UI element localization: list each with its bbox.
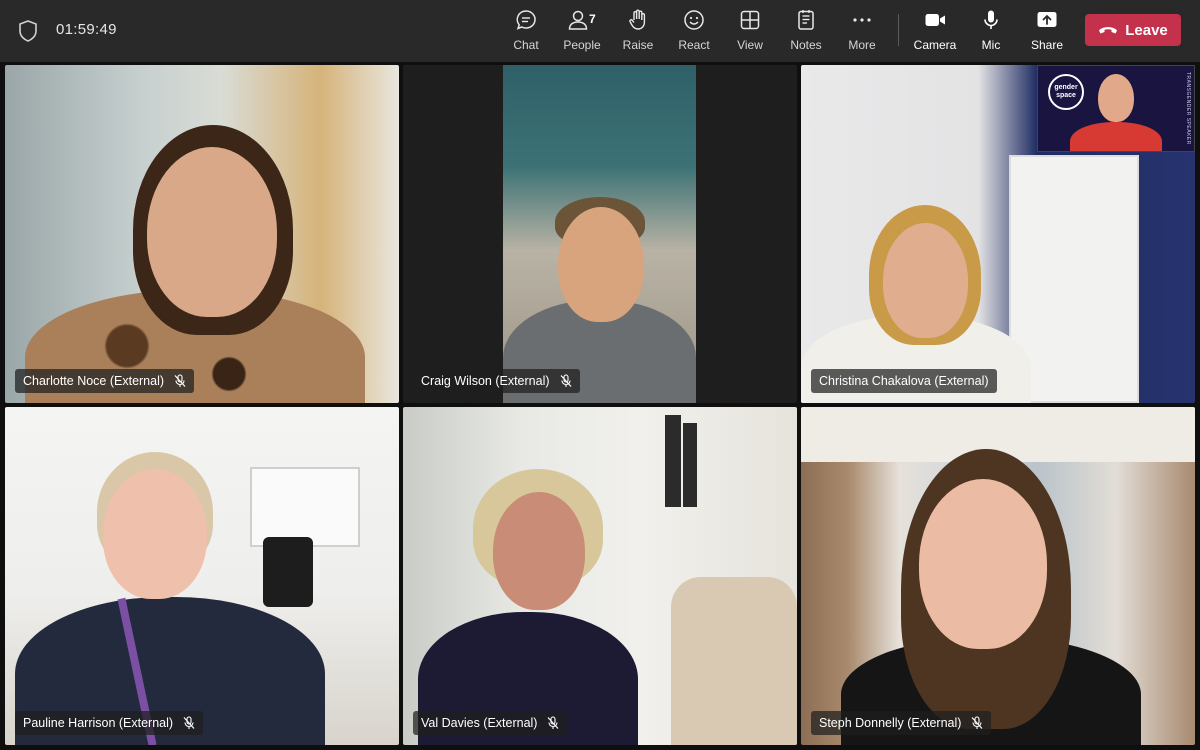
- camera-button[interactable]: Camera: [912, 8, 958, 54]
- grid-view-icon: [740, 10, 760, 30]
- leave-label: Leave: [1125, 21, 1168, 39]
- smiley-icon: [684, 10, 704, 30]
- notes-icon: [798, 10, 814, 30]
- shield-icon[interactable]: [18, 20, 38, 42]
- whiteboard: [250, 467, 360, 547]
- participant-name: Christina Chakalova (External): [819, 374, 989, 388]
- participant-tile[interactable]: Craig Wilson (External): [403, 65, 797, 403]
- sofa: [671, 577, 797, 745]
- call-timer: 01:59:49: [56, 21, 117, 38]
- muted-mic-icon: [174, 374, 186, 387]
- more-label: More: [848, 38, 876, 52]
- participant-name-tag: Charlotte Noce (External): [15, 369, 195, 393]
- meeting-toolbar: 01:59:49 Chat 7 People Raise React View …: [0, 0, 1200, 62]
- people-count: 7: [589, 12, 596, 26]
- microphone-icon: [984, 10, 998, 29]
- participant-name-tag: Christina Chakalova (External): [811, 369, 997, 393]
- participant-name-tag: Pauline Harrison (External): [15, 711, 204, 735]
- participant-tile[interactable]: Pauline Harrison (External): [5, 407, 399, 745]
- participant-name-tag: Steph Donnelly (External): [811, 711, 992, 735]
- camera-label: Camera: [913, 38, 957, 52]
- more-button[interactable]: More: [844, 8, 880, 54]
- share-screen-icon: [1037, 12, 1057, 27]
- pip-side-text: TRANSGENDER SPEAKER: [1185, 72, 1191, 145]
- mic-button[interactable]: Mic: [973, 8, 1009, 54]
- participant-name: Val Davies (External): [421, 716, 538, 730]
- view-label: View: [737, 38, 763, 52]
- participant-name: Craig Wilson (External): [421, 374, 550, 388]
- chat-icon: [516, 10, 536, 30]
- share-label: Share: [1030, 38, 1064, 52]
- gender-space-logo: gender space: [1048, 74, 1084, 110]
- react-button[interactable]: React: [676, 8, 712, 54]
- toolbar-divider: [898, 14, 899, 46]
- chair: [263, 537, 313, 607]
- people-label: People: [563, 38, 601, 52]
- notes-button[interactable]: Notes: [788, 8, 824, 54]
- participant-name: Charlotte Noce (External): [23, 374, 165, 388]
- more-dots-icon: [853, 18, 871, 22]
- participant-video: [503, 65, 696, 403]
- mic-label: Mic: [981, 38, 1001, 52]
- share-button[interactable]: Share: [1029, 8, 1065, 54]
- video-grid: Charlotte Noce (External) Craig Wilson (…: [0, 62, 1200, 750]
- participant-tile[interactable]: Charlotte Noce (External): [5, 65, 399, 403]
- muted-mic-icon: [971, 716, 983, 729]
- react-label: React: [678, 38, 710, 52]
- muted-mic-icon: [560, 374, 571, 387]
- participant-tile[interactable]: Steph Donnelly (External): [801, 407, 1195, 745]
- raise-hand-icon: [629, 9, 646, 30]
- people-button[interactable]: 7 People: [560, 8, 604, 54]
- leave-button[interactable]: Leave: [1085, 14, 1181, 46]
- chat-label: Chat: [513, 38, 539, 52]
- participant-name-tag: Craig Wilson (External): [413, 369, 580, 393]
- muted-mic-icon: [548, 716, 559, 729]
- chat-button[interactable]: Chat: [508, 8, 544, 54]
- participant-tile[interactable]: Val Davies (External): [403, 407, 797, 745]
- camera-icon: [925, 14, 945, 26]
- wall-picture: [665, 415, 681, 507]
- participant-name: Steph Donnelly (External): [819, 716, 962, 730]
- raise-label: Raise: [622, 38, 654, 52]
- muted-mic-icon: [183, 716, 195, 729]
- wall-picture: [683, 423, 697, 507]
- participant-name: Pauline Harrison (External): [23, 716, 174, 730]
- view-button[interactable]: View: [732, 8, 768, 54]
- self-view-video[interactable]: gender space TRANSGENDER SPEAKER: [1037, 65, 1195, 152]
- notes-label: Notes: [790, 38, 822, 52]
- raise-hand-button[interactable]: Raise: [620, 8, 656, 54]
- people-icon: [568, 10, 588, 30]
- hang-up-icon: [1099, 27, 1118, 34]
- participant-name-tag: Val Davies (External): [413, 711, 568, 735]
